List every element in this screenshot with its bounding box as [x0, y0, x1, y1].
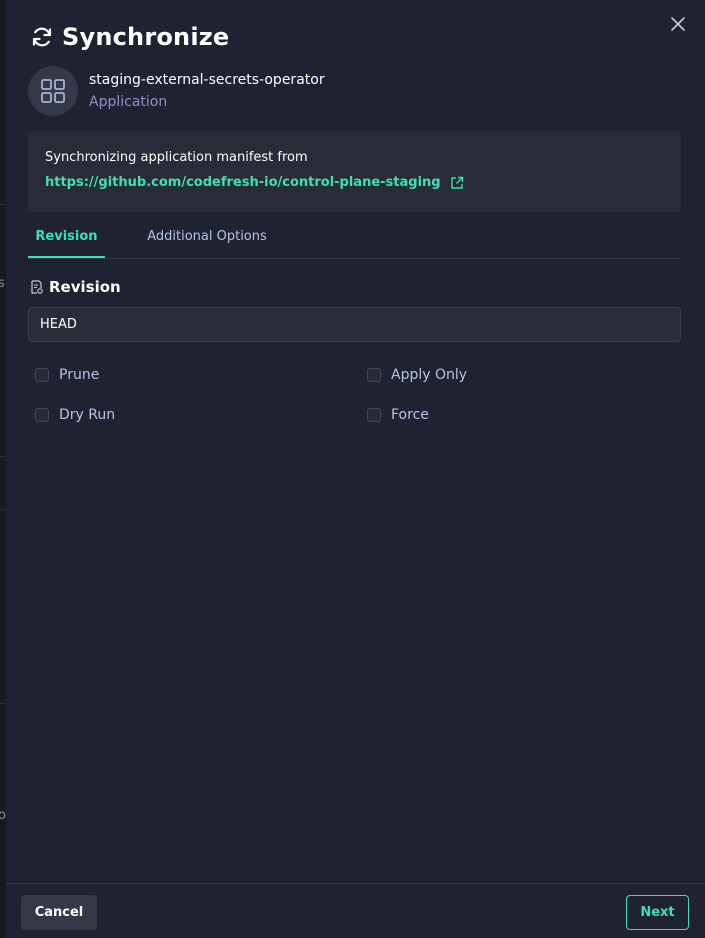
checkbox-box[interactable] [35, 408, 49, 422]
tab-bar: Revision Additional Options [28, 220, 681, 259]
backdrop-text: s [0, 276, 5, 291]
tab-revision[interactable]: Revision [28, 220, 105, 258]
close-icon [671, 17, 685, 31]
dry-run-label: Dry Run [59, 407, 116, 423]
external-link-icon[interactable] [450, 176, 464, 190]
application-info: staging-external-secrets-operator Applic… [28, 66, 325, 116]
checkbox-box[interactable] [35, 368, 49, 382]
application-name: staging-external-secrets-operator [89, 72, 325, 88]
revision-section-title: Revision [30, 278, 121, 296]
close-button[interactable] [668, 14, 688, 34]
apply-only-checkbox[interactable]: Apply Only [367, 367, 467, 383]
tab-additional-options[interactable]: Additional Options [138, 220, 276, 258]
dialog-title: Synchronize [62, 23, 230, 51]
manifest-info-box: Synchronizing application manifest from … [28, 131, 681, 212]
avatar [28, 66, 78, 116]
dialog-footer: Cancel Next [6, 883, 705, 938]
checkbox-box[interactable] [367, 368, 381, 382]
manifest-repo-link[interactable]: https://github.com/codefresh-io/control-… [45, 174, 441, 191]
revision-icon [31, 280, 43, 294]
prune-checkbox[interactable]: Prune [35, 367, 99, 383]
apply-only-label: Apply Only [391, 367, 468, 383]
next-button[interactable]: Next [626, 895, 689, 930]
application-type: Application [89, 94, 168, 110]
checkbox-box[interactable] [367, 408, 381, 422]
synchronize-drawer: Synchronize staging-external-secrets-ope… [6, 0, 705, 938]
prune-label: Prune [59, 367, 100, 383]
force-checkbox[interactable]: Force [367, 407, 429, 423]
revision-label: Revision [49, 278, 121, 296]
force-label: Force [391, 407, 429, 423]
sync-icon [32, 27, 52, 47]
revision-input[interactable] [28, 307, 681, 342]
dialog-header: Synchronize [30, 22, 229, 52]
grid-icon [41, 79, 65, 103]
manifest-text: Synchronizing application manifest from [45, 150, 308, 165]
cancel-button[interactable]: Cancel [21, 895, 97, 930]
dry-run-checkbox[interactable]: Dry Run [35, 407, 115, 423]
